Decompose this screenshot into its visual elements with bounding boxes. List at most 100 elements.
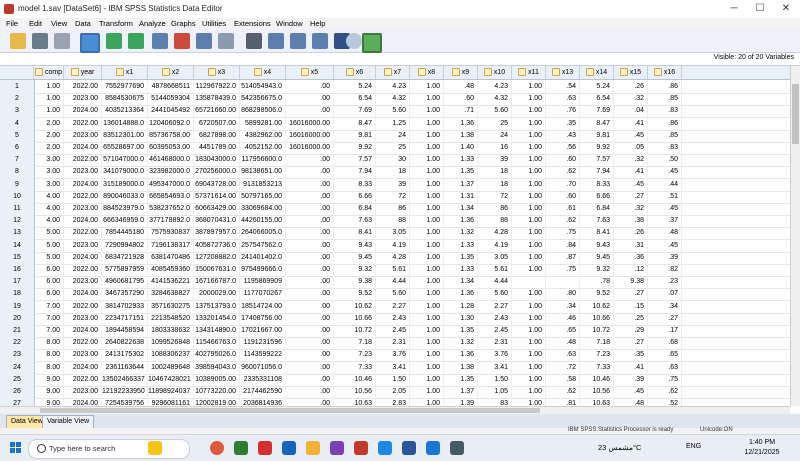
table-cell[interactable]: 4052152.00 [240,141,286,154]
table-cell[interactable]: 1.00 [512,116,546,130]
table-cell[interactable]: 341079000.0 [102,165,148,179]
table-cell[interactable]: 16016000.00 [286,128,334,142]
table-cell[interactable]: 9.81 [580,128,614,142]
table-cell[interactable]: 1.00 [34,80,64,93]
column-header[interactable]: x9 [444,66,478,79]
table-cell[interactable]: 137513793.0 [194,299,240,313]
table-cell[interactable]: 2023.00 [64,385,102,398]
table-cell[interactable]: .27 [614,336,648,350]
table-cell[interactable]: .12 [614,263,648,276]
column-header[interactable]: x10 [478,66,512,79]
edge-icon[interactable] [378,441,392,455]
table-cell[interactable]: 1.00 [512,336,546,350]
table-cell[interactable]: 10.56 [580,385,614,398]
table-cell[interactable]: .60 [444,92,478,106]
row-number[interactable]: 8 [0,165,35,179]
table-cell[interactable]: .00 [286,336,334,350]
goto-case-icon[interactable] [152,33,168,49]
table-cell[interactable]: .41 [614,116,648,130]
table-cell[interactable]: 2174462590 [240,385,286,398]
table-cell[interactable]: 57371614.00 [194,189,240,203]
table-cell[interactable]: 5.00 [34,250,64,264]
table-cell[interactable]: 368070431.0 [194,214,240,228]
table-cell[interactable]: 2022.00 [64,263,102,276]
table-cell[interactable]: 1177070267 [240,287,286,301]
table-cell[interactable]: 2024.00 [64,177,102,191]
table-cell[interactable]: 7.33 [580,360,614,374]
table-cell[interactable]: 7.57 [334,153,376,167]
table-cell[interactable]: 9131853213 [240,177,286,191]
table-cell[interactable]: 1.00 [410,336,444,350]
table-cell[interactable]: 1.00 [410,287,444,301]
table-cell[interactable]: 3284638827 [148,287,194,301]
table-cell[interactable]: 9.38 [334,275,376,289]
table-cell[interactable]: 2022.00 [64,372,102,386]
table-cell[interactable]: 1.00 [410,202,444,215]
table-cell[interactable]: .85 [648,92,682,106]
table-cell[interactable]: .34 [648,299,682,313]
table-cell[interactable]: 9.45 [580,250,614,264]
table-cell[interactable]: 86 [376,202,410,215]
table-cell[interactable]: 7854445180 [102,226,148,240]
table-cell[interactable]: 12002819.00 [194,397,240,406]
table-cell[interactable]: 1.25 [376,116,410,130]
word-icon[interactable] [282,441,296,455]
table-cell[interactable]: 1.00 [512,372,546,386]
table-row[interactable]: 27 9.00 2024.00 7254539756 9296081161 1200281… [0,397,790,406]
table-cell[interactable]: 2023.00 [64,165,102,179]
table-cell[interactable]: 24 [478,128,512,142]
table-cell[interactable]: 1.00 [410,226,444,240]
table-cell[interactable]: 2024.00 [64,141,102,154]
table-cell[interactable]: 9.92 [334,141,376,154]
app-icon[interactable] [330,441,344,455]
table-cell[interactable]: 4.32 [478,92,512,106]
minimize-button[interactable]: ─ [722,2,746,16]
table-cell[interactable]: 6827898.00 [194,128,240,142]
table-cell[interactable]: .56 [546,141,580,154]
table-cell[interactable]: 2441045492 [148,104,194,118]
table-cell[interactable]: 2.43 [478,311,512,325]
table-cell[interactable]: .48 [444,80,478,93]
table-cell[interactable]: .32 [614,202,648,215]
table-cell[interactable]: .72 [546,360,580,374]
table-cell[interactable]: 10.66 [334,311,376,325]
weight-cases-icon[interactable] [312,33,328,49]
table-cell[interactable]: 1.00 [410,116,444,130]
table-cell[interactable]: 5899281.00 [240,116,286,130]
row-number[interactable]: 10 [0,189,35,203]
table-cell[interactable]: 868298506.0 [240,104,286,118]
table-cell[interactable]: 7290994802 [102,238,148,252]
table-cell[interactable]: .45 [614,177,648,191]
table-cell[interactable]: 136014888.0 [102,116,148,130]
table-cell[interactable]: 30 [376,153,410,167]
table-cell[interactable]: 2000029.00 [194,287,240,301]
table-cell[interactable]: 2.27 [478,299,512,313]
table-cell[interactable]: 1.00 [410,348,444,362]
table-cell[interactable]: .62 [648,385,682,398]
table-cell[interactable]: 2023.00 [64,311,102,325]
table-cell[interactable]: .60 [546,189,580,203]
table-cell[interactable]: .00 [286,263,334,276]
table-cell[interactable]: 16016000.00 [286,116,334,130]
language-indicator[interactable]: ENG [686,443,701,450]
table-cell[interactable]: 387897957.0 [194,226,240,240]
table-cell[interactable]: 8.33 [580,177,614,191]
table-cell[interactable]: 1803338632 [148,324,194,337]
table-cell[interactable]: 5.00 [34,238,64,252]
table-cell[interactable]: 2023.00 [64,275,102,289]
table-cell[interactable]: 18 [376,165,410,179]
table-cell[interactable]: 4.00 [34,214,64,228]
table-cell[interactable]: .35 [546,116,580,130]
table-cell[interactable]: .07 [648,287,682,301]
table-cell[interactable]: 3.76 [376,348,410,362]
table-cell[interactable]: 4.28 [478,226,512,240]
table-cell[interactable]: 1.00 [410,189,444,203]
row-number[interactable]: 5 [0,128,35,142]
table-cell[interactable]: 9.00 [34,385,64,398]
table-cell[interactable]: 1.50 [478,372,512,386]
table-cell[interactable]: 1.31 [444,189,478,203]
table-cell[interactable]: 7.57 [580,153,614,167]
table-cell[interactable]: 1.00 [512,299,546,313]
table-cell[interactable]: 1.05 [478,385,512,398]
table-cell[interactable]: 1.39 [444,397,478,406]
